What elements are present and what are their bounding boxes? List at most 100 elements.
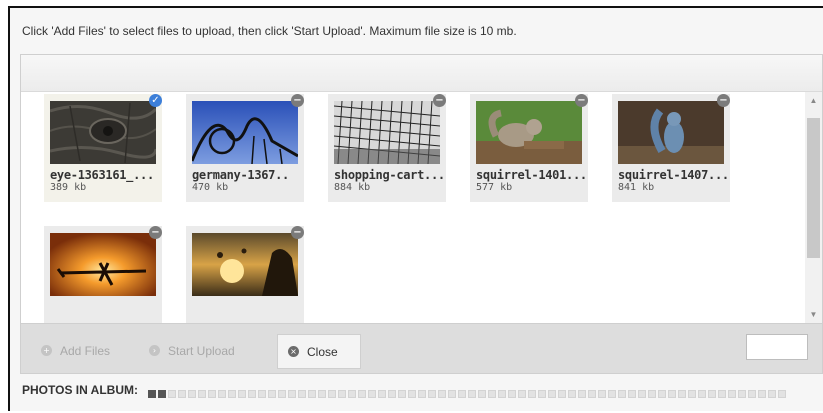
album-slot-empty (768, 390, 776, 398)
album-slot-empty (378, 390, 386, 398)
album-slot-empty (508, 390, 516, 398)
album-slot-empty (628, 390, 636, 398)
album-slot-empty (228, 390, 236, 398)
photos-in-album-label: PHOTOS IN ALBUM: (22, 383, 138, 397)
remove-file-icon[interactable]: − (717, 94, 730, 107)
file-list: ✓ eye-1363161_... 389 kb − germany-1367.… (21, 92, 805, 324)
upload-instructions: Click 'Add Files' to select files to upl… (22, 24, 517, 38)
album-slot-empty (698, 390, 706, 398)
album-slot-empty (188, 390, 196, 398)
album-slot-empty (668, 390, 676, 398)
album-slot-empty (538, 390, 546, 398)
album-slot-empty (598, 390, 606, 398)
file-thumbnail[interactable]: − (186, 226, 304, 324)
balloons-sunset-photo (192, 233, 298, 296)
file-uploader: ✓ eye-1363161_... 389 kb − germany-1367.… (20, 54, 823, 374)
album-slot-empty (738, 390, 746, 398)
album-slot-empty (358, 390, 366, 398)
plus-icon: + (41, 345, 52, 357)
album-slot-empty (578, 390, 586, 398)
album-slot-empty (548, 390, 556, 398)
file-name: squirrel-1401... (476, 168, 587, 182)
album-slot-empty (198, 390, 206, 398)
file-list-scrollbar[interactable]: ▲ ▼ (805, 92, 822, 324)
close-button[interactable]: × Close (277, 334, 361, 369)
album-slot-empty (748, 390, 756, 398)
remove-file-icon[interactable]: − (575, 94, 588, 107)
album-slot-empty (708, 390, 716, 398)
file-size: 577 kb (476, 182, 513, 193)
airplane-sunset-photo (50, 233, 156, 296)
album-slot-empty (588, 390, 596, 398)
scroll-down-icon[interactable]: ▼ (805, 308, 822, 322)
album-slot-empty (338, 390, 346, 398)
file-thumbnail[interactable]: − squirrel-1407... 841 kb (612, 94, 730, 202)
file-size: 470 kb (192, 182, 229, 193)
file-size: 841 kb (618, 182, 655, 193)
squirrel-photo (476, 101, 582, 164)
album-slot-empty (528, 390, 536, 398)
upload-dialog: Click 'Add Files' to select files to upl… (8, 6, 823, 411)
album-slot-empty (778, 390, 786, 398)
album-slot-empty (278, 390, 286, 398)
close-icon: × (288, 346, 299, 358)
remove-file-icon[interactable]: − (291, 226, 304, 239)
album-slot-empty (558, 390, 566, 398)
album-slot-empty (398, 390, 406, 398)
album-slot-empty (518, 390, 526, 398)
file-name: shopping-cart... (334, 168, 445, 182)
start-upload-label: Start Upload (168, 344, 235, 358)
album-slot-empty (758, 390, 766, 398)
remove-file-icon[interactable]: − (149, 226, 162, 239)
album-slot-empty (388, 390, 396, 398)
album-slot-empty (718, 390, 726, 398)
file-name: germany-1367.. (192, 168, 289, 182)
album-slot-empty (438, 390, 446, 398)
album-slot-empty (328, 390, 336, 398)
album-slot-empty (488, 390, 496, 398)
album-slot-empty (638, 390, 646, 398)
add-files-label: Add Files (60, 344, 111, 358)
album-slot-empty (658, 390, 666, 398)
album-slot-empty (648, 390, 656, 398)
arrow-right-icon: › (149, 345, 160, 357)
elephant-eye-photo (50, 101, 156, 164)
album-slot-empty (348, 390, 356, 398)
album-slot-empty (258, 390, 266, 398)
album-slot-empty (678, 390, 686, 398)
scroll-up-icon[interactable]: ▲ (805, 94, 822, 108)
uploader-header-bar (21, 55, 822, 92)
album-slot-empty (448, 390, 456, 398)
album-slot-empty (268, 390, 276, 398)
add-files-button[interactable]: + Add Files (41, 334, 141, 369)
file-thumbnail[interactable]: − squirrel-1401... 577 kb (470, 94, 588, 202)
file-thumbnail[interactable]: − shopping-cart... 884 kb (328, 94, 446, 202)
album-slot-empty (418, 390, 426, 398)
album-slot-empty (468, 390, 476, 398)
scrollbar-thumb[interactable] (807, 118, 820, 258)
file-name: eye-1363161_... (50, 168, 154, 182)
file-thumbnail[interactable]: ✓ eye-1363161_... 389 kb (44, 94, 162, 202)
selected-check-icon: ✓ (149, 94, 162, 107)
squirrel-photo (618, 101, 724, 164)
file-thumbnail[interactable]: − (44, 226, 162, 324)
album-slot-empty (728, 390, 736, 398)
album-slot-empty (218, 390, 226, 398)
album-slot-filled (158, 390, 166, 398)
album-slot-empty (298, 390, 306, 398)
album-slot-empty (478, 390, 486, 398)
album-slot-empty (458, 390, 466, 398)
album-slot-empty (238, 390, 246, 398)
remove-file-icon[interactable]: − (291, 94, 304, 107)
shopping-carts-photo (334, 101, 440, 164)
album-slot-empty (178, 390, 186, 398)
uploader-toolbar: + Add Files › Start Upload × Close (21, 323, 822, 373)
album-slot-empty (688, 390, 696, 398)
start-upload-button[interactable]: › Start Upload (149, 334, 269, 369)
remove-file-icon[interactable]: − (433, 94, 446, 107)
album-slot-empty (368, 390, 376, 398)
album-slot-empty (618, 390, 626, 398)
file-thumbnail[interactable]: − germany-1367.. 470 kb (186, 94, 304, 202)
file-size: 389 kb (50, 182, 87, 193)
album-slot-empty (288, 390, 296, 398)
